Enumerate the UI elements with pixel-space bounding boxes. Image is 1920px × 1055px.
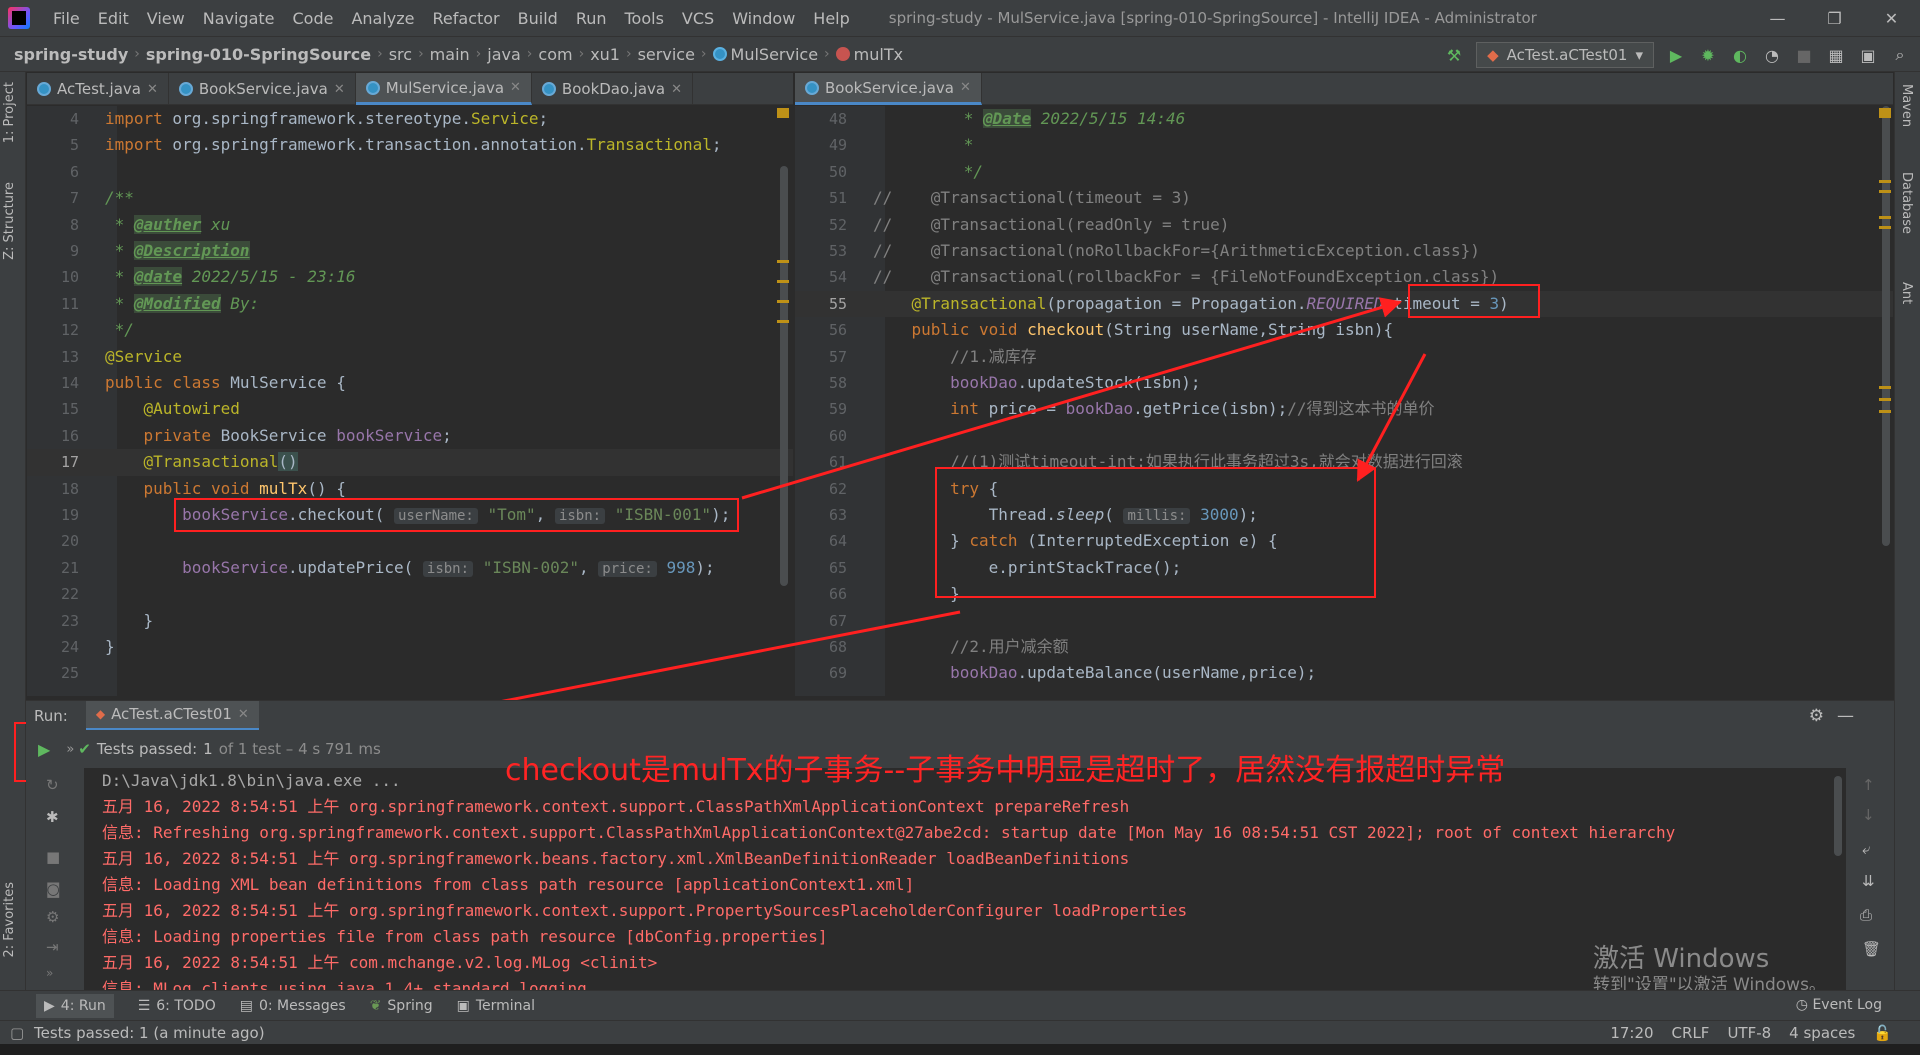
tests-status: ✔ Tests passed: 1 of 1 test – 4 s 791 ms (78, 740, 381, 758)
run-panel-header: Run: ◆ AcTest.aCTest01 ✕ ⚙ — (26, 700, 1894, 731)
tab-spring[interactable]: ❦ Spring (370, 998, 433, 1014)
console-line: 五月 16, 2022 8:54:51 上午 org.springframewo… (102, 849, 1130, 868)
test-config-icon: ◆ (95, 707, 106, 721)
event-log-button[interactable]: ◷ Event Log (1796, 997, 1882, 1013)
gear-icon[interactable]: ⚙ (1809, 706, 1824, 726)
run-tab-label: AcTest.aCTest01 (111, 705, 232, 723)
console-scrollbar[interactable] (1834, 776, 1842, 856)
run-icon: ▶ (44, 997, 55, 1014)
tab-todo[interactable]: ☰ 6: TODO (138, 998, 216, 1014)
expand-icon[interactable]: » (66, 742, 74, 757)
run-left-toolbar: ↻ ✱ ■ ◙ ⚙ ⇥ » (26, 768, 84, 990)
console-line: 信息: Refreshing org.springframework.conte… (102, 823, 1676, 842)
console-line: 信息: MLog clients using java 1.4+ standar… (102, 979, 597, 990)
arrow-to-timeout (741, 297, 1403, 500)
tab-label: 0: Messages (258, 997, 346, 1014)
camera-icon[interactable]: ◙ (46, 880, 61, 898)
run-right-toolbar: ↑ ↓ ⤶ ⇊ ⎙ 🗑 (1846, 768, 1894, 990)
debug-icon[interactable]: ✱ (46, 808, 59, 826)
spring-leaf-icon: ❦ (369, 997, 382, 1014)
close-icon[interactable]: ✕ (238, 707, 249, 722)
run-tab[interactable]: ◆ AcTest.aCTest01 ✕ (85, 700, 259, 731)
console-line: D:\Java\jdk1.8\bin\java.exe ... (102, 771, 401, 790)
line-separator[interactable]: CRLF (1672, 1024, 1710, 1042)
messages-icon: ▤ (239, 997, 253, 1014)
event-log-icon: ◷ (1795, 997, 1813, 1013)
stop-icon[interactable]: ■ (46, 848, 60, 866)
tests-status-suffix: of 1 test – 4 s 791 ms (218, 740, 381, 758)
arrow-up-icon[interactable]: ↑ (1862, 776, 1875, 794)
console-line: 信息: Loading XML bean definitions from cl… (102, 875, 915, 894)
lock-icon[interactable]: 🔓 (1873, 1024, 1892, 1042)
status-message: Tests passed: 1 (a minute ago) (34, 1023, 265, 1042)
status-bar: ▢ Tests passed: 1 (a minute ago) 17:20 C… (0, 1020, 1920, 1044)
settings-icon[interactable]: ⚙ (46, 908, 59, 926)
console-line: 信息: Loading properties file from class p… (102, 927, 828, 946)
exit-icon[interactable]: ⇥ (46, 938, 59, 956)
caret-position[interactable]: 17:20 (1610, 1024, 1653, 1042)
tab-label: 4: Run (60, 997, 106, 1014)
tests-status-count: 1 (203, 740, 213, 758)
status-right: 17:20 CRLF UTF-8 4 spaces 🔓 (1610, 1024, 1892, 1042)
expand-icon[interactable]: » (46, 966, 53, 980)
console-output[interactable]: D:\Java\jdk1.8\bin\java.exe ... 五月 16, 2… (84, 768, 1846, 990)
print-icon[interactable]: ⎙ (1860, 906, 1872, 924)
event-log-label: Event Log (1812, 997, 1882, 1013)
arrow-down-icon[interactable]: ↓ (1862, 806, 1875, 824)
tests-status-prefix: Tests passed: (96, 740, 198, 758)
minimize-panel-icon[interactable]: — (1837, 706, 1854, 726)
os-taskbar (0, 1044, 1920, 1055)
tab-run[interactable]: ▶ 4: Run (36, 993, 114, 1018)
rerun-failed-icon[interactable]: ↻ (46, 776, 59, 794)
tab-messages[interactable]: ▤ 0: Messages (240, 998, 346, 1014)
file-encoding[interactable]: UTF-8 (1727, 1024, 1771, 1042)
tab-label: Spring (387, 997, 433, 1014)
console-line: 五月 16, 2022 8:54:51 上午 org.springframewo… (102, 797, 1130, 816)
trash-icon[interactable]: 🗑 (1862, 940, 1881, 958)
soft-wrap-icon[interactable]: ⤶ (1862, 840, 1870, 858)
bottom-tool-tabs: ▶ 4: Run ☰ 6: TODO ▤ 0: Messages ❦ Spring ▣ T… (0, 990, 1920, 1020)
console-line: 五月 16, 2022 8:54:51 上午 com.mchange.v2.lo… (102, 953, 658, 972)
run-label: Run: (34, 706, 68, 725)
rerun-icon[interactable]: ▶ (38, 740, 50, 759)
indent-setting[interactable]: 4 spaces (1789, 1024, 1855, 1042)
terminal-icon: ▣ (456, 997, 470, 1014)
console-line: 五月 16, 2022 8:54:51 上午 org.springframewo… (102, 901, 1188, 920)
tab-label: Terminal (475, 997, 536, 1014)
tab-label: 6: TODO (156, 997, 216, 1014)
scroll-to-end-icon[interactable]: ⇊ (1862, 872, 1875, 890)
toggle-tool-windows-icon[interactable]: ▢ (10, 1024, 24, 1042)
check-icon: ✔ (78, 740, 91, 758)
annotation-caption: checkout是mulTx的子事务--子事务中明显是超时了，居然没有报超时异常 (505, 753, 1506, 788)
arrow-to-sleep (1356, 353, 1427, 482)
list-icon: ☰ (137, 997, 151, 1014)
tab-terminal[interactable]: ▣ Terminal (457, 998, 535, 1014)
